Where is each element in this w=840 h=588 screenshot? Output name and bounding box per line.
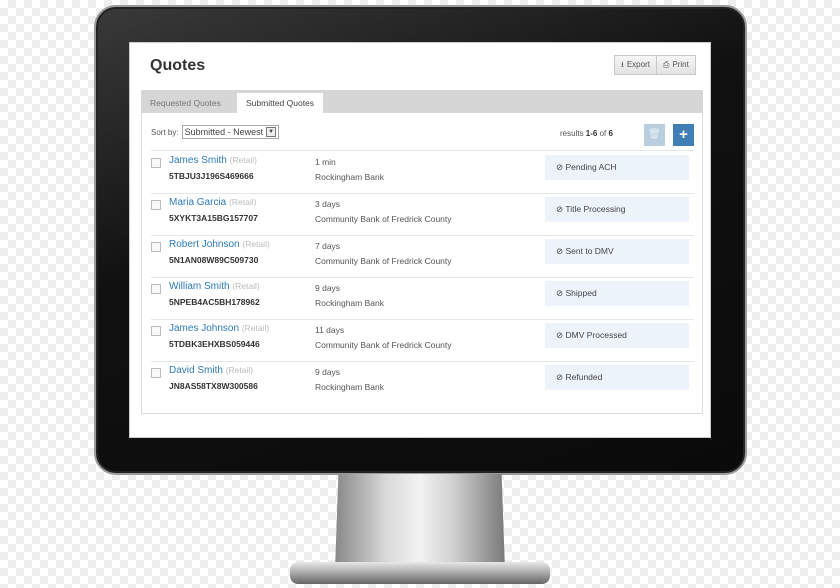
bank-name: Rockingham Bank	[315, 298, 384, 308]
print-button[interactable]: ⎙ Print	[655, 56, 695, 74]
ban-icon: ⊘	[556, 246, 564, 256]
customer-name-text[interactable]: James Smith	[169, 155, 227, 166]
vin: JN8AS58TX8W300586	[169, 381, 258, 391]
customer-name[interactable]: Maria Garcia (Retail)	[169, 197, 256, 208]
tab-submitted-quotes[interactable]: Submitted Quotes	[237, 93, 324, 113]
row-checkbox[interactable]	[151, 326, 161, 336]
printer-icon: ⎙	[662, 60, 670, 69]
status-text: Title Processing	[565, 204, 626, 214]
submitted-time: 1 min	[315, 157, 336, 167]
status-badge: ⊘ Title Processing	[545, 197, 689, 222]
submitted-time: 9 days	[315, 367, 341, 377]
download-icon: ⭳	[621, 60, 624, 69]
vin: 5N1AN08W89C509730	[169, 255, 259, 265]
customer-name-text[interactable]: Robert Johnson	[169, 239, 240, 250]
customer-type: (Retail)	[229, 197, 257, 207]
status-text: Refunded	[565, 372, 603, 382]
export-print-group: ⭳ Export ⎙ Print	[614, 55, 696, 75]
customer-type: (Retail)	[225, 365, 254, 375]
export-label: Export	[626, 60, 650, 69]
table-row[interactable]: William Smith (Retail) 5NPEB4AC5BH178962…	[142, 277, 702, 319]
customer-name[interactable]: Robert Johnson (Retail)	[169, 239, 270, 250]
status-badge: ⊘ DMV Processed	[545, 323, 689, 348]
customer-name[interactable]: James Smith (Retail)	[169, 155, 257, 166]
row-checkbox[interactable]	[151, 368, 161, 378]
quotes-panel: Sort by: Submitted - Newest ▼ results 1-6…	[141, 113, 703, 414]
bank-name: Community Bank of Fredrick County	[315, 340, 452, 350]
tab-requested-quotes[interactable]: Requested Quotes	[141, 93, 230, 113]
row-checkbox[interactable]	[151, 284, 161, 294]
ban-icon: ⊘	[556, 330, 564, 340]
vin: 5XYKT3A15BG157707	[169, 213, 258, 223]
status-text: Sent to DMV	[565, 246, 614, 256]
table-row[interactable]: David Smith (Retail) JN8AS58TX8W300586 9…	[142, 361, 702, 403]
sort-control: Sort by: Submitted - Newest ▼	[151, 125, 280, 139]
customer-name[interactable]: David Smith (Retail)	[169, 365, 253, 376]
monitor-stand-neck	[335, 474, 505, 570]
customer-type: (Retail)	[242, 239, 270, 249]
bank-name: Community Bank of Fredrick County	[315, 214, 452, 224]
delete-button[interactable]: 🗑	[644, 124, 665, 146]
chevron-down-icon: ▼	[266, 127, 277, 137]
vin: 5TDBK3EHXBS059446	[169, 339, 260, 349]
export-button[interactable]: ⭳ Export	[615, 56, 656, 74]
customer-name-text[interactable]: James Johnson	[169, 323, 239, 334]
submitted-time: 11 days	[315, 325, 345, 335]
submitted-time: 9 days	[315, 283, 341, 293]
results-total: 6	[608, 129, 613, 138]
status-badge: ⊘ Sent to DMV	[545, 239, 689, 264]
ban-icon: ⊘	[556, 288, 564, 298]
status-text: Shipped	[565, 288, 597, 298]
plus-icon: +	[679, 126, 688, 143]
results-count: results 1-6 of 6	[560, 129, 613, 138]
customer-name[interactable]: William Smith (Retail)	[169, 281, 260, 292]
bank-name: Rockingham Bank	[315, 172, 384, 182]
print-label: Print	[672, 60, 689, 69]
sort-label: Sort by:	[151, 127, 179, 137]
screen: Quotes ⭳ Export ⎙ Print Requested Quotes S…	[129, 42, 711, 438]
customer-name-text[interactable]: David Smith	[169, 365, 223, 376]
tab-bar: Requested Quotes Submitted Quotes	[141, 90, 703, 113]
customer-name-text[interactable]: William Smith	[169, 281, 230, 292]
bank-name: Community Bank of Fredrick County	[315, 256, 452, 266]
trash-icon: 🗑	[648, 129, 661, 140]
results-of: of	[599, 129, 607, 138]
row-checkbox[interactable]	[151, 200, 161, 210]
monitor-stand-base	[290, 562, 550, 584]
add-button[interactable]: +	[673, 124, 694, 146]
sort-value: Submitted - Newest	[184, 127, 264, 137]
customer-type: (Retail)	[241, 323, 270, 333]
page-title: Quotes	[150, 57, 206, 74]
status-text: DMV Processed	[565, 330, 627, 340]
table-row[interactable]: James Johnson (Retail) 5TDBK3EHXBS059446…	[142, 319, 702, 361]
vin: 5NPEB4AC5BH178962	[169, 297, 260, 307]
row-checkbox[interactable]	[151, 158, 161, 168]
ban-icon: ⊘	[556, 372, 564, 382]
table-row[interactable]: Robert Johnson (Retail) 5N1AN08W89C50973…	[142, 235, 702, 277]
table-row[interactable]: Maria Garcia (Retail) 5XYKT3A15BG157707 …	[142, 193, 702, 235]
status-badge: ⊘ Refunded	[545, 365, 689, 390]
customer-type: (Retail)	[229, 155, 257, 165]
ban-icon: ⊘	[556, 162, 564, 172]
submitted-time: 7 days	[315, 241, 341, 251]
status-text: Pending ACH	[565, 162, 617, 172]
bank-name: Rockingham Bank	[315, 382, 384, 392]
sort-select[interactable]: Submitted - Newest ▼	[181, 125, 280, 139]
customer-name[interactable]: James Johnson (Retail)	[169, 323, 269, 334]
status-badge: ⊘ Shipped	[545, 281, 689, 306]
ban-icon: ⊘	[556, 204, 564, 214]
table-row[interactable]: James Smith (Retail) 5TBJU3J196S469666 1…	[142, 151, 702, 193]
vin: 5TBJU3J196S469666	[169, 171, 254, 181]
customer-name-text[interactable]: Maria Garcia	[169, 197, 226, 208]
status-badge: ⊘ Pending ACH	[545, 155, 689, 180]
row-checkbox[interactable]	[151, 242, 161, 252]
submitted-time: 3 days	[315, 199, 341, 209]
customer-type: (Retail)	[232, 281, 260, 291]
results-range: 1-6	[585, 129, 598, 138]
results-prefix: results	[560, 129, 584, 138]
